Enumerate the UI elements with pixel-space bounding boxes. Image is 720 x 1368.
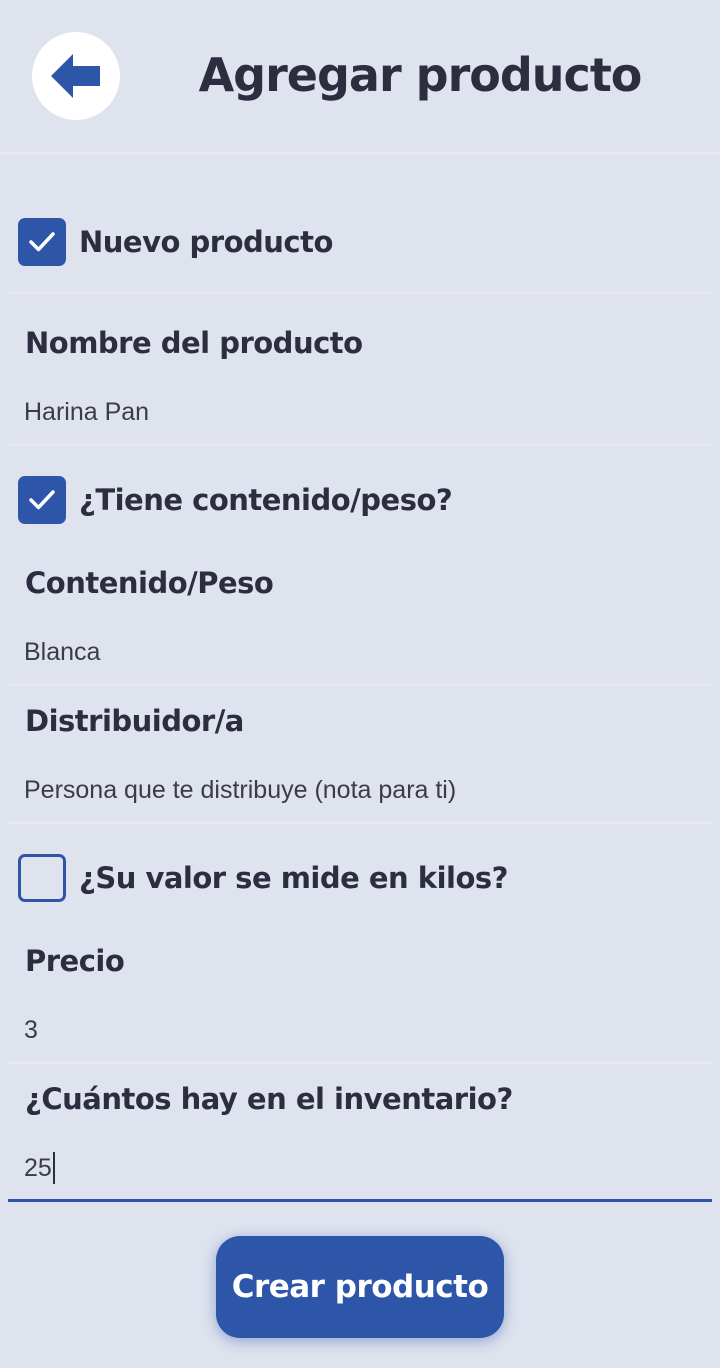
price-label: Precio: [25, 944, 125, 978]
check-icon: [29, 490, 55, 510]
product-name-underline: [8, 443, 712, 446]
new-product-label: Nuevo producto: [79, 225, 333, 259]
product-name-label: Nombre del producto: [25, 326, 363, 360]
header: Agregar producto: [0, 0, 720, 155]
has-content-checkbox[interactable]: [18, 476, 66, 524]
inventory-underline-active: [8, 1199, 712, 1202]
price-underline: [8, 1061, 712, 1064]
content-weight-underline: [8, 683, 712, 686]
price-input[interactable]: [8, 1004, 704, 1056]
by-kilo-checkbox[interactable]: [18, 854, 66, 902]
inventory-input[interactable]: [8, 1142, 704, 1194]
distributor-label: Distribuidor/a: [25, 704, 244, 738]
create-product-button[interactable]: Crear producto: [216, 1236, 504, 1338]
arrow-left-icon: [51, 54, 100, 98]
content-weight-input[interactable]: [8, 626, 704, 678]
distributor-underline: [8, 821, 712, 824]
back-button[interactable]: [32, 32, 120, 120]
content-weight-label: Contenido/Peso: [25, 566, 274, 600]
product-name-input[interactable]: [8, 386, 704, 438]
page-title: Agregar producto: [198, 48, 643, 102]
check-icon: [29, 232, 55, 252]
distributor-input[interactable]: [8, 764, 704, 816]
text-cursor: [53, 1152, 55, 1184]
divider: [8, 291, 712, 294]
new-product-checkbox[interactable]: [18, 218, 66, 266]
inventory-label: ¿Cuántos hay en el inventario?: [25, 1082, 513, 1116]
by-kilo-label: ¿Su valor se mide en kilos?: [79, 861, 508, 895]
has-content-label: ¿Tiene contenido/peso?: [79, 483, 453, 517]
by-kilo-row[interactable]: ¿Su valor se mide en kilos?: [18, 854, 508, 902]
new-product-row[interactable]: Nuevo producto: [18, 218, 333, 266]
has-content-row[interactable]: ¿Tiene contenido/peso?: [18, 476, 453, 524]
